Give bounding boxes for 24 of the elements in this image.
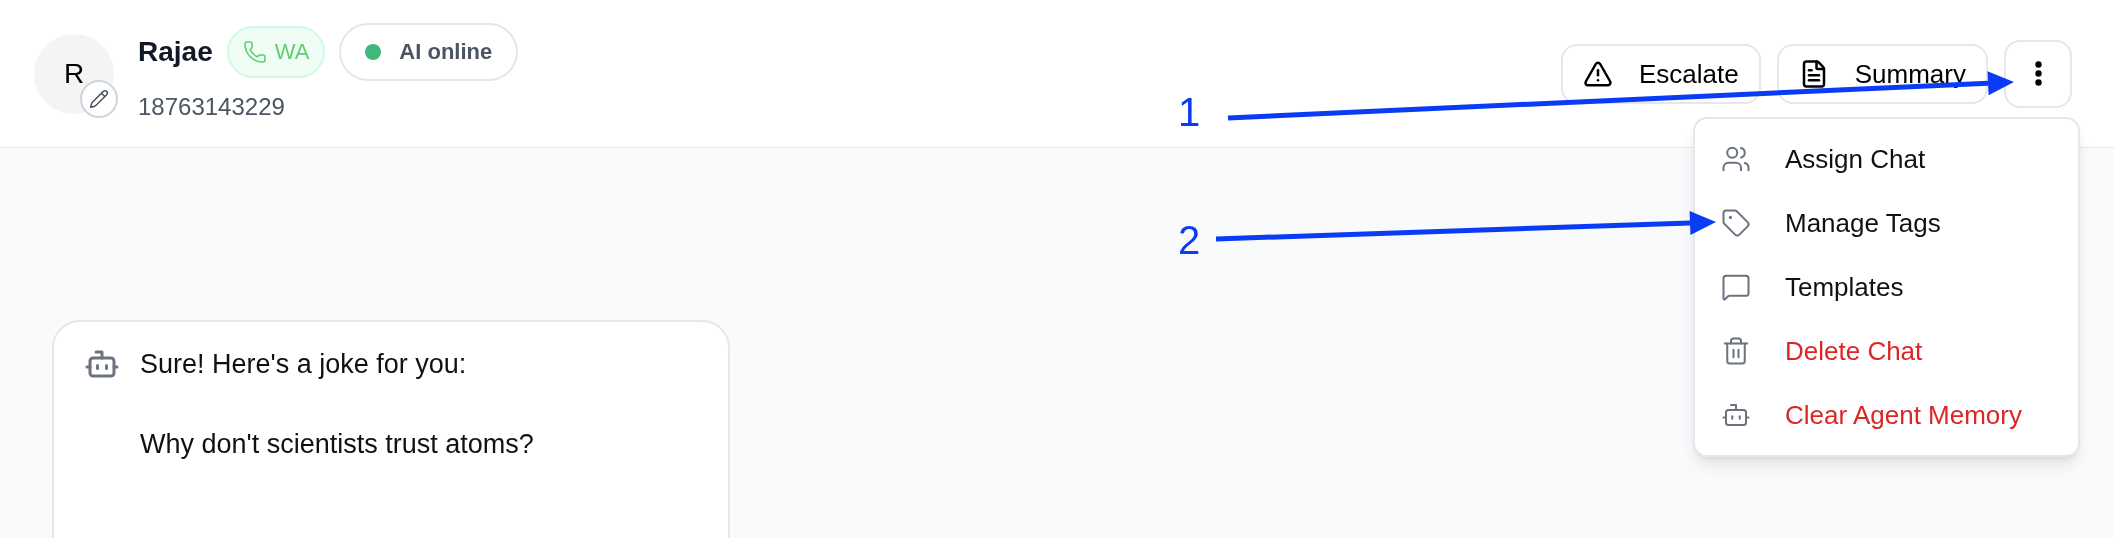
escalate-button[interactable]: Escalate — [1561, 43, 1761, 104]
trash-icon — [1721, 336, 1751, 366]
message-text: Sure! Here's a joke for you: — [140, 348, 468, 381]
status-badge: AI online — [339, 22, 519, 81]
menu-item[interactable]: Manage Tags — [1695, 191, 2078, 255]
summary-button[interactable]: Summary — [1776, 43, 1988, 104]
phone-number: 18763143229 — [138, 91, 286, 122]
channel-badge: WA — [226, 25, 326, 78]
menu-item[interactable]: Templates — [1695, 255, 2078, 319]
callout-number: 1 — [1178, 89, 1201, 136]
callout-number: 2 — [1178, 217, 1201, 264]
more-button[interactable] — [2004, 39, 2072, 108]
avatar-initial: R — [63, 56, 85, 91]
menu-item[interactable]: Clear Agent Memory — [1695, 383, 2078, 447]
phone-icon — [242, 39, 267, 64]
users-icon — [1721, 144, 1751, 174]
message-text: Why don't scientists trust atoms? — [140, 428, 534, 461]
chat-bubble-icon — [1721, 272, 1751, 302]
menu-item[interactable]: Delete Chat — [1695, 319, 2078, 383]
contact-name: Rajae — [138, 34, 213, 69]
menu-item[interactable]: Assign Chat — [1695, 127, 2078, 191]
more-icon — [2034, 61, 2042, 86]
tag-icon — [1721, 208, 1751, 238]
pencil-icon — [89, 88, 109, 109]
